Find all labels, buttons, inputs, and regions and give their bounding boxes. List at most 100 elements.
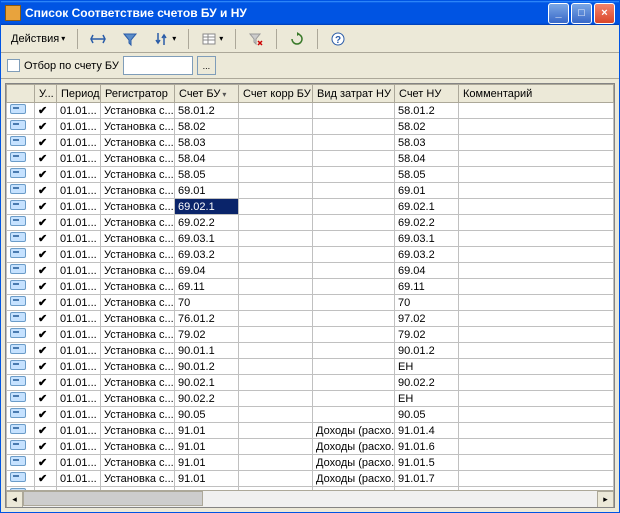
cell[interactable]: Установка с... xyxy=(101,295,175,311)
table-row[interactable]: ✔01.01...Установка с...69.03.169.03.1 xyxy=(7,231,614,247)
cell[interactable]: 69.03.2 xyxy=(395,247,459,263)
cell[interactable] xyxy=(239,471,313,487)
cell[interactable]: 01.01... xyxy=(57,167,101,183)
grid-scroll[interactable]: У...ПериодРегистраторСчет БУ▾Счет корр Б… xyxy=(6,84,614,490)
cell[interactable]: ✔ xyxy=(35,199,57,215)
table-row[interactable]: ✔01.01...Установка с...58.0458.04 xyxy=(7,151,614,167)
cell[interactable]: 01.01... xyxy=(57,311,101,327)
cell[interactable]: 01.01... xyxy=(57,439,101,455)
cell[interactable]: Установка с... xyxy=(101,215,175,231)
cell[interactable] xyxy=(313,167,395,183)
cell[interactable] xyxy=(313,103,395,119)
table-row[interactable]: ✔01.01...Установка с...91.01Доходы (расх… xyxy=(7,423,614,439)
cell[interactable] xyxy=(239,167,313,183)
cell[interactable]: ЕН xyxy=(395,391,459,407)
cell[interactable] xyxy=(313,247,395,263)
cell[interactable]: ✔ xyxy=(35,215,57,231)
cell[interactable] xyxy=(239,247,313,263)
cell[interactable]: 91.01.5 xyxy=(395,455,459,471)
cell[interactable]: ✔ xyxy=(35,247,57,263)
cell[interactable]: 69.02.2 xyxy=(395,215,459,231)
cell[interactable]: Установка с... xyxy=(101,263,175,279)
cell[interactable]: Установка с... xyxy=(101,375,175,391)
cell[interactable]: 01.01... xyxy=(57,375,101,391)
filter-input[interactable] xyxy=(123,56,193,75)
cell[interactable]: 01.01... xyxy=(57,455,101,471)
column-header[interactable] xyxy=(7,85,35,103)
table-row[interactable]: ✔01.01...Установка с...90.0590.05 xyxy=(7,407,614,423)
cell[interactable] xyxy=(239,135,313,151)
cell[interactable] xyxy=(459,135,614,151)
cell[interactable]: 58.05 xyxy=(175,167,239,183)
maximize-button[interactable]: □ xyxy=(571,3,592,24)
table-row[interactable]: ✔01.01...Установка с...91.01Доходы (расх… xyxy=(7,471,614,487)
cell[interactable] xyxy=(459,183,614,199)
table-row[interactable]: ✔01.01...Установка с...76.01.297.02 xyxy=(7,311,614,327)
cell[interactable]: 90.02.2 xyxy=(395,375,459,391)
cell[interactable]: 79.02 xyxy=(175,327,239,343)
cell[interactable] xyxy=(239,119,313,135)
cell[interactable]: Установка с... xyxy=(101,231,175,247)
cell[interactable]: Установка с... xyxy=(101,327,175,343)
cell[interactable] xyxy=(239,295,313,311)
table-row[interactable]: ✔01.01...Установка с...7070 xyxy=(7,295,614,311)
cell[interactable]: Установка с... xyxy=(101,135,175,151)
cell[interactable]: 91.01 xyxy=(175,471,239,487)
column-header[interactable]: Период xyxy=(57,85,101,103)
cell[interactable]: 69.04 xyxy=(395,263,459,279)
cell[interactable] xyxy=(459,359,614,375)
cell[interactable]: 69.03.1 xyxy=(395,231,459,247)
cell[interactable] xyxy=(459,247,614,263)
cell[interactable] xyxy=(459,295,614,311)
cell[interactable] xyxy=(239,311,313,327)
cell[interactable]: 90.01.1 xyxy=(175,343,239,359)
cell[interactable]: 69.02.1 xyxy=(395,199,459,215)
column-header[interactable]: Регистратор xyxy=(101,85,175,103)
cell[interactable] xyxy=(7,183,35,199)
cell[interactable] xyxy=(313,183,395,199)
cell[interactable]: 91.01.4 xyxy=(395,423,459,439)
cell[interactable] xyxy=(239,391,313,407)
actions-menu[interactable]: Действия ▾ xyxy=(5,28,71,50)
cell[interactable] xyxy=(7,295,35,311)
cell[interactable] xyxy=(459,279,614,295)
refresh-button[interactable] xyxy=(283,28,311,50)
column-header[interactable]: Вид затрат НУ xyxy=(313,85,395,103)
cell[interactable]: ✔ xyxy=(35,455,57,471)
cell[interactable] xyxy=(7,215,35,231)
cell[interactable]: 91.01 xyxy=(175,439,239,455)
column-header[interactable]: У... xyxy=(35,85,57,103)
cell[interactable] xyxy=(7,119,35,135)
scroll-track[interactable] xyxy=(23,491,597,507)
cell[interactable]: 69.11 xyxy=(175,279,239,295)
cell[interactable]: 01.01... xyxy=(57,295,101,311)
cell[interactable]: 58.02 xyxy=(395,119,459,135)
cell[interactable] xyxy=(459,311,614,327)
cell[interactable] xyxy=(239,407,313,423)
cell[interactable]: ✔ xyxy=(35,263,57,279)
cell[interactable] xyxy=(239,343,313,359)
cell[interactable]: 69.01 xyxy=(175,183,239,199)
output-list-button[interactable]: ▾ xyxy=(195,28,229,50)
cell[interactable] xyxy=(313,375,395,391)
cell[interactable]: 58.03 xyxy=(175,135,239,151)
cell[interactable]: 58.04 xyxy=(395,151,459,167)
cell[interactable]: ✔ xyxy=(35,375,57,391)
scroll-left-button[interactable]: ◂ xyxy=(6,491,23,508)
cell[interactable]: 01.01... xyxy=(57,199,101,215)
table-row[interactable]: ✔01.01...Установка с...90.02.2ЕН xyxy=(7,391,614,407)
cell[interactable]: 01.01... xyxy=(57,247,101,263)
cell[interactable]: 01.01... xyxy=(57,103,101,119)
column-header[interactable]: Счет БУ▾ xyxy=(175,85,239,103)
cell[interactable]: ✔ xyxy=(35,327,57,343)
cell[interactable]: ✔ xyxy=(35,359,57,375)
filter-picker-button[interactable]: ... xyxy=(197,56,216,75)
table-row[interactable]: ✔01.01...Установка с...90.01.190.01.2 xyxy=(7,343,614,359)
cell[interactable]: ✔ xyxy=(35,343,57,359)
cell[interactable] xyxy=(7,135,35,151)
cell[interactable]: 01.01... xyxy=(57,135,101,151)
cell[interactable]: 58.04 xyxy=(175,151,239,167)
table-row[interactable]: ✔01.01...Установка с...58.0558.05 xyxy=(7,167,614,183)
cell[interactable] xyxy=(7,311,35,327)
cell[interactable] xyxy=(459,167,614,183)
